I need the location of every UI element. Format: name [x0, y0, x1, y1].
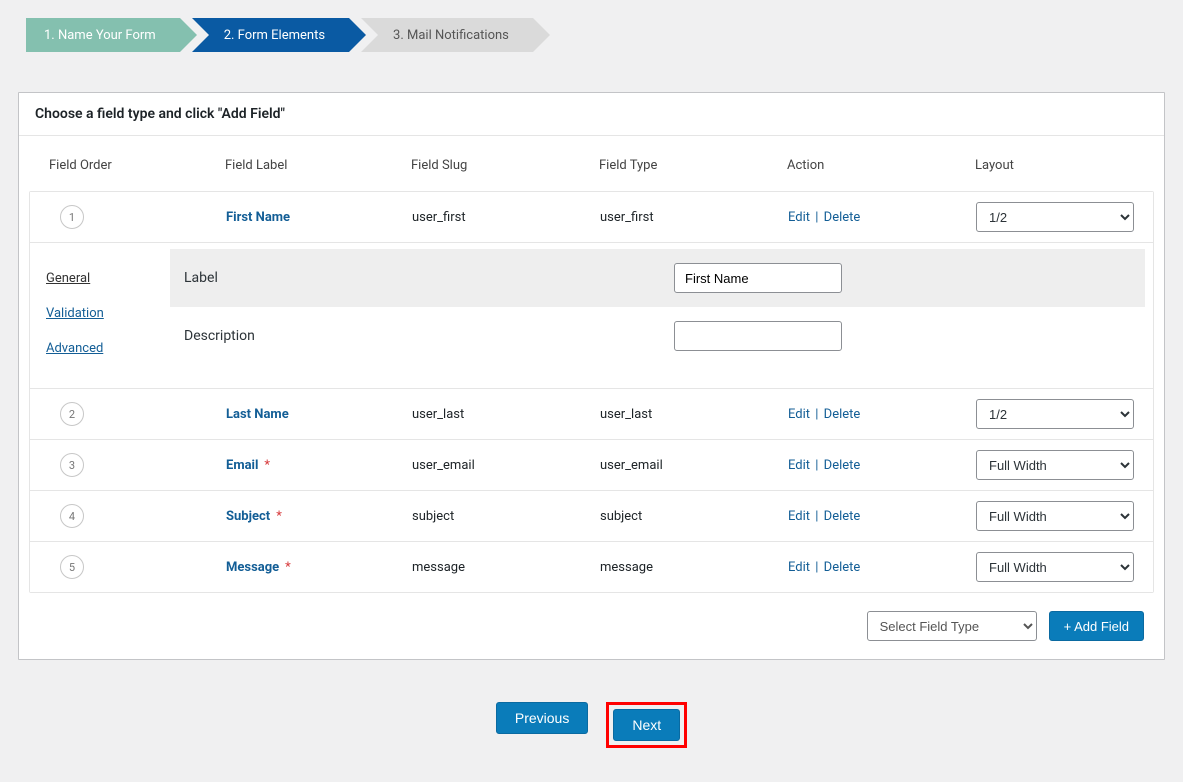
action-separator: |: [815, 407, 818, 422]
field-type: user_email: [600, 458, 788, 473]
table-header: Field Order Field Label Field Slug Field…: [29, 146, 1154, 191]
field-label-link[interactable]: Message: [226, 560, 279, 575]
field-type: user_last: [600, 407, 788, 422]
required-star-icon: *: [264, 458, 270, 473]
layout-select[interactable]: Full Width: [976, 501, 1134, 531]
table-row: 5 Message * message message Edit | Delete…: [30, 541, 1153, 592]
col-header-type: Field Type: [599, 158, 787, 173]
field-label-link[interactable]: Last Name: [226, 407, 289, 422]
tab-advanced[interactable]: Advanced: [46, 333, 158, 368]
table-footer: Select Field Type + Add Field: [29, 593, 1154, 641]
col-header-layout: Layout: [975, 158, 1144, 173]
description-input[interactable]: [674, 321, 842, 351]
field-rows: 1 First Name user_first user_first Edit …: [29, 191, 1154, 593]
edit-link[interactable]: Edit: [788, 407, 810, 422]
next-button-highlight: Next: [606, 702, 687, 748]
field-label-link[interactable]: First Name: [226, 210, 290, 225]
action-separator: |: [815, 560, 818, 575]
page-nav: Previous Next: [18, 702, 1165, 758]
label-input[interactable]: [674, 263, 842, 293]
select-field-type[interactable]: Select Field Type: [867, 611, 1037, 641]
delete-link[interactable]: Delete: [824, 210, 861, 225]
edit-link[interactable]: Edit: [788, 560, 810, 575]
order-badge[interactable]: 2: [60, 402, 84, 426]
action-separator: |: [815, 458, 818, 473]
form-fields-card: Choose a field type and click "Add Field…: [18, 92, 1165, 660]
order-badge[interactable]: 3: [60, 453, 84, 477]
order-badge[interactable]: 4: [60, 504, 84, 528]
layout-select[interactable]: 1/2: [976, 202, 1134, 232]
order-badge[interactable]: 5: [60, 555, 84, 579]
step-label: 3. Mail Notifications: [393, 28, 509, 43]
delete-link[interactable]: Delete: [824, 509, 861, 524]
field-slug: message: [412, 560, 600, 575]
next-button[interactable]: Next: [613, 709, 680, 741]
col-header-order: Field Order: [39, 158, 225, 173]
edit-tabs: General Validation Advanced: [38, 249, 158, 382]
delete-link[interactable]: Delete: [824, 407, 861, 422]
edit-description-text: Description: [184, 328, 674, 344]
col-header-slug: Field Slug: [411, 158, 599, 173]
edit-label-text: Label: [184, 270, 674, 286]
step-mail-notifications[interactable]: 3. Mail Notifications: [361, 18, 533, 52]
table-row: 1 First Name user_first user_first Edit …: [30, 192, 1153, 242]
col-header-action: Action: [787, 158, 975, 173]
delete-link[interactable]: Delete: [824, 458, 861, 473]
required-star-icon: *: [285, 560, 291, 575]
edit-row-description: Description: [170, 307, 1145, 365]
field-label-link[interactable]: Subject: [226, 509, 270, 524]
required-star-icon: *: [276, 509, 282, 524]
card-title: Choose a field type and click "Add Field…: [19, 93, 1164, 136]
field-slug: user_last: [412, 407, 600, 422]
step-label: 1. Name Your Form: [44, 28, 156, 43]
edit-link[interactable]: Edit: [788, 210, 810, 225]
tab-general[interactable]: General: [46, 263, 158, 298]
col-header-label: Field Label: [225, 158, 411, 173]
edit-link[interactable]: Edit: [788, 509, 810, 524]
table-row: 4 Subject * subject subject Edit | Delete…: [30, 490, 1153, 541]
edit-link[interactable]: Edit: [788, 458, 810, 473]
action-separator: |: [815, 509, 818, 524]
previous-button[interactable]: Previous: [496, 702, 588, 734]
wizard-steps: 1. Name Your Form 2. Form Elements 3. Ma…: [26, 18, 1165, 52]
edit-row-label: Label: [170, 249, 1145, 307]
step-label: 2. Form Elements: [224, 28, 325, 43]
layout-select[interactable]: Full Width: [976, 552, 1134, 582]
tab-validation[interactable]: Validation: [46, 298, 158, 333]
step-form-elements[interactable]: 2. Form Elements: [192, 18, 349, 52]
layout-select[interactable]: Full Width: [976, 450, 1134, 480]
field-type: message: [600, 560, 788, 575]
field-label-link[interactable]: Email: [226, 458, 258, 473]
add-field-button[interactable]: + Add Field: [1049, 611, 1144, 641]
delete-link[interactable]: Delete: [824, 560, 861, 575]
table-row: 2 Last Name user_last user_last Edit | D…: [30, 388, 1153, 439]
layout-select[interactable]: 1/2: [976, 399, 1134, 429]
field-slug: user_first: [412, 210, 600, 225]
field-edit-panel: General Validation Advanced Label Descri…: [30, 242, 1153, 388]
field-type: user_first: [600, 210, 788, 225]
table-row: 3 Email * user_email user_email Edit | De…: [30, 439, 1153, 490]
step-name-form[interactable]: 1. Name Your Form: [26, 18, 180, 52]
field-slug: subject: [412, 509, 600, 524]
order-badge[interactable]: 1: [60, 205, 84, 229]
field-slug: user_email: [412, 458, 600, 473]
field-type: subject: [600, 509, 788, 524]
action-separator: |: [815, 210, 818, 225]
